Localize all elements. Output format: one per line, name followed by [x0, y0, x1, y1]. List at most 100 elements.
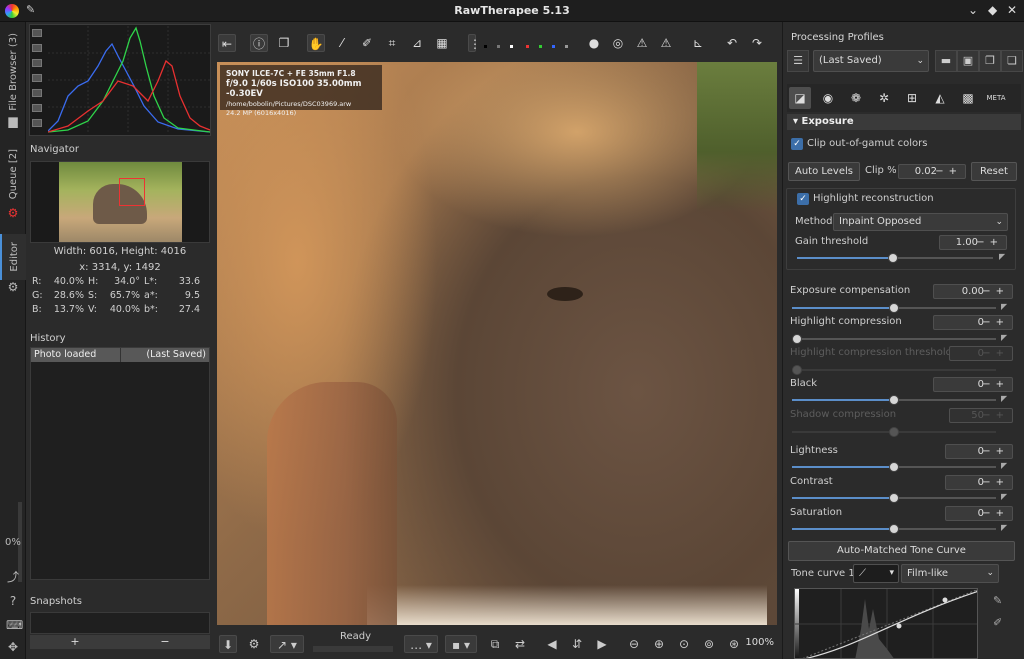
info-icon[interactable]: ⓘ	[250, 34, 268, 52]
folder-icon[interactable]: ▆	[6, 114, 20, 128]
contrast-slider[interactable]	[792, 493, 996, 503]
spinner-controls-icon[interactable]: −+	[982, 285, 1009, 298]
tone-curve-editor[interactable]	[794, 588, 978, 659]
saturation-slider[interactable]	[792, 524, 996, 534]
highlight-comp-slider[interactable]	[792, 334, 996, 344]
histogram-icon[interactable]: ⊾	[689, 34, 707, 52]
black-spinner[interactable]: 0 −+	[933, 377, 1013, 392]
spinner-controls-icon[interactable]: −+	[982, 347, 1009, 360]
perspective-icon[interactable]: ▦	[433, 34, 451, 52]
shadow-comp-slider[interactable]	[792, 427, 996, 437]
auto-matched-tone-curve-button[interactable]: Auto-Matched Tone Curve	[788, 541, 1015, 561]
lightness-slider[interactable]	[792, 462, 996, 472]
gamut-check-icon[interactable]: ⧉	[486, 635, 504, 653]
spinner-controls-icon[interactable]: −+	[982, 409, 1009, 422]
spinner-controls-icon[interactable]: −+	[935, 165, 962, 178]
next-image-icon[interactable]: ▶	[593, 635, 611, 653]
tab-exposure-icon[interactable]: ◪	[789, 87, 811, 109]
snapshot-remove-button[interactable]: −	[120, 635, 210, 649]
zoom-fit-icon[interactable]: ⊙	[675, 635, 693, 653]
tab-metadata-icon[interactable]: META	[985, 87, 1007, 109]
spinner-controls-icon[interactable]: −+	[982, 445, 1009, 458]
highlight-threshold-slider[interactable]	[792, 365, 996, 375]
save-image-icon[interactable]: ⬇	[219, 635, 237, 653]
histogram-bar-toggle[interactable]	[32, 119, 42, 127]
tab-color-icon[interactable]: ❁	[845, 87, 867, 109]
histogram-blue-toggle[interactable]	[32, 59, 42, 67]
reset-icon[interactable]: ◤	[1001, 523, 1007, 532]
previous-image-icon[interactable]: ◀	[543, 635, 561, 653]
auto-levels-button[interactable]: Auto Levels	[788, 162, 860, 181]
tone-curve-mode-combo[interactable]: Film-like ⌄	[901, 564, 999, 583]
reset-icon[interactable]: ◤	[1001, 394, 1007, 403]
crop-icon[interactable]: ⌗	[383, 34, 401, 52]
preview-black-dot[interactable]	[484, 45, 487, 48]
preview-red-dot[interactable]	[526, 45, 529, 48]
send-to-queue-icon[interactable]: ⚙	[245, 635, 263, 653]
tab-raw-icon[interactable]: ▩	[957, 87, 979, 109]
clip-gamut-checkbox[interactable]: ✓	[791, 138, 803, 150]
tab-local-icon[interactable]: ◭	[929, 87, 951, 109]
open-profile-icon[interactable]: ▬	[935, 50, 957, 72]
profile-combo[interactable]: (Last Saved) ⌄	[813, 50, 929, 72]
clipped-highlights-icon[interactable]: ⚠	[633, 34, 651, 52]
preview-green-dot[interactable]	[539, 45, 542, 48]
queue-gears-icon[interactable]: ⚙	[6, 206, 20, 220]
copy-profile-icon[interactable]: ❐	[979, 50, 1001, 72]
tab-transform-icon[interactable]: ⊞	[901, 87, 923, 109]
curve-reset-icon[interactable]: ✐	[993, 616, 1002, 629]
before-after-icon[interactable]: ❐	[275, 34, 293, 52]
preview-white-dot[interactable]	[510, 45, 513, 48]
tone-curve-type-combo[interactable]: ⟋ ▾	[853, 564, 899, 583]
focus-mask-icon[interactable]: ●	[585, 34, 603, 52]
minimize-icon[interactable]: ⌄	[968, 3, 978, 17]
contrast-spinner[interactable]: 0 −+	[945, 475, 1013, 490]
tab-file-browser[interactable]: File Browser (3)	[0, 30, 26, 114]
sync-filmstrip-icon[interactable]: ⇵	[568, 635, 586, 653]
color-picker-icon[interactable]: ✐	[358, 34, 376, 52]
profile-list-icon[interactable]: ☰	[787, 50, 809, 72]
histogram-raw-toggle[interactable]	[32, 104, 42, 112]
preview-gray-dot[interactable]	[497, 45, 500, 48]
spinner-controls-icon[interactable]: −+	[982, 316, 1009, 329]
spinner-controls-icon[interactable]: −+	[982, 378, 1009, 391]
tab-queue[interactable]: Queue [2]	[0, 144, 26, 204]
lightness-spinner[interactable]: 0 −+	[945, 444, 1013, 459]
highlight-comp-spinner[interactable]: 0 −+	[933, 315, 1013, 330]
preview-blue-dot[interactable]	[552, 45, 555, 48]
settings-gear-icon[interactable]: ⚙	[6, 280, 20, 294]
soft-proof-button[interactable]: ▪ ▾	[445, 635, 477, 653]
reset-icon[interactable]: ◤	[1001, 492, 1007, 501]
save-profile-icon[interactable]: ▣	[957, 50, 979, 72]
maximize-icon[interactable]: ◆	[988, 3, 997, 17]
help-icon[interactable]: ?	[6, 594, 20, 608]
zoom-in-icon[interactable]: ⊕	[650, 635, 668, 653]
exposure-header[interactable]: ▾ Exposure	[787, 114, 1021, 130]
preview-modes-toggle[interactable]: ⋮	[468, 34, 481, 52]
clipped-shadows-warning-icon[interactable]: ⚠	[657, 34, 675, 52]
straighten-icon[interactable]: ⊿	[408, 34, 426, 52]
reset-button[interactable]: Reset	[971, 162, 1017, 181]
spinner-controls-icon[interactable]: −+	[982, 476, 1009, 489]
exposure-comp-slider[interactable]	[792, 303, 996, 313]
hand-tool-icon[interactable]: ✋	[307, 34, 325, 52]
shadow-comp-spinner[interactable]: 50 −+	[949, 408, 1013, 423]
paste-profile-icon[interactable]: ❏	[1001, 50, 1023, 72]
reset-icon[interactable]: ◤	[1001, 302, 1007, 311]
tab-editor[interactable]: Editor	[0, 234, 26, 280]
snapshot-add-button[interactable]: +	[30, 635, 120, 649]
reset-icon[interactable]: ◤	[1001, 461, 1007, 470]
image-preview[interactable]: SONY ILCE-7C + FE 35mm F1.8 f/9.0 1/60s …	[217, 62, 777, 625]
history-list[interactable]: Photo loaded (Last Saved)	[30, 347, 210, 580]
navigator-viewport-rect[interactable]	[119, 178, 145, 206]
histogram-green-toggle[interactable]	[32, 44, 42, 52]
output-profile-combo[interactable]: … ▾	[404, 635, 438, 653]
tab-advanced-icon[interactable]: ✲	[873, 87, 895, 109]
clipped-shadows-icon[interactable]: ◎	[609, 34, 627, 52]
clip-spinner[interactable]: 0.02 −+	[898, 164, 966, 179]
rotate-left-icon[interactable]: ↶	[723, 34, 741, 52]
black-slider[interactable]	[792, 395, 996, 405]
keyboard-icon[interactable]: ⌨	[6, 618, 23, 632]
histogram-chroma-toggle[interactable]	[32, 89, 42, 97]
tab-detail-icon[interactable]: ◉	[817, 87, 839, 109]
